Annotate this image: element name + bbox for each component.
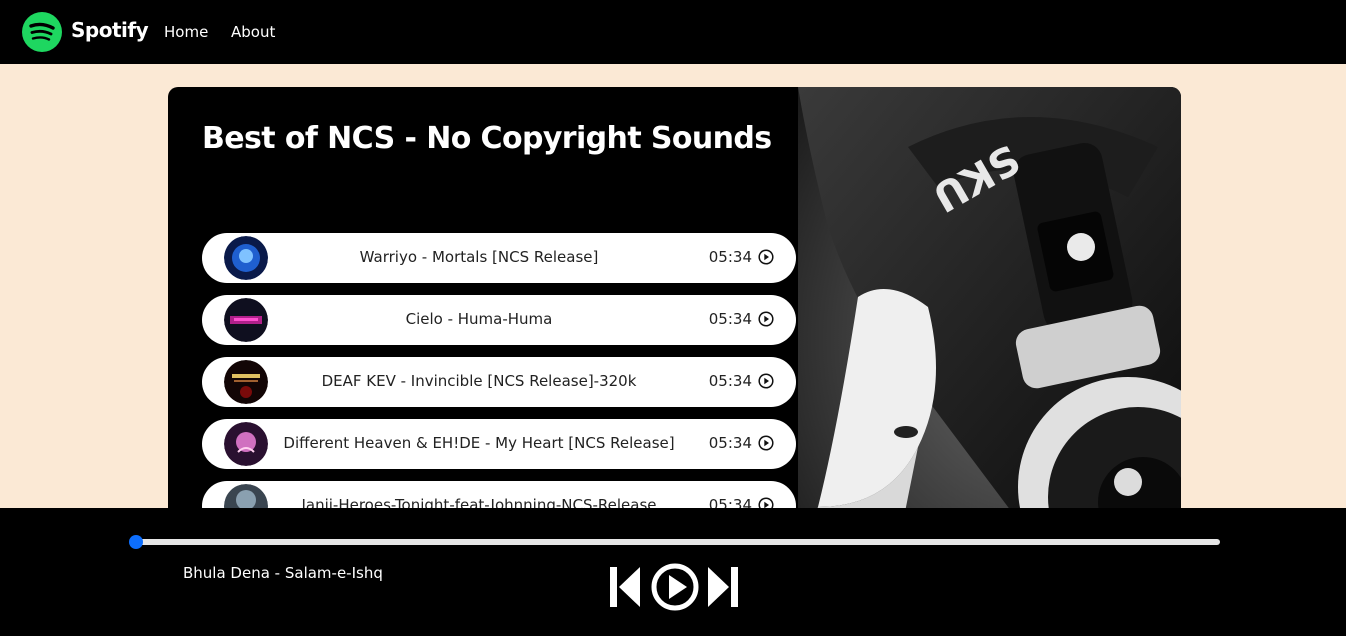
song-cover-image — [224, 360, 268, 404]
song-duration: 05:34 — [708, 372, 752, 390]
nav-link-home[interactable]: Home — [164, 23, 208, 41]
brand-name[interactable]: Spotify — [71, 18, 149, 42]
song-title: Cielo - Huma-Huma — [405, 310, 553, 328]
song-duration: 05:34 — [708, 310, 752, 328]
song-duration: 05:34 — [708, 248, 752, 266]
play-circle-icon[interactable] — [758, 435, 774, 451]
song-cover-image — [224, 298, 268, 342]
player-bar: Bhula Dena - Salam-e-Ishq — [0, 508, 1346, 636]
playlist-container: SKU Best of NCS - No Copyright Sounds Wa… — [168, 87, 1181, 547]
next-icon[interactable] — [707, 564, 739, 610]
progress-thumb[interactable] — [129, 535, 143, 549]
progress-bar[interactable] — [136, 539, 1220, 545]
previous-icon[interactable] — [609, 564, 641, 610]
song-duration: 05:34 — [708, 434, 752, 452]
song-title: Different Heaven & EH!DE - My Heart [NCS… — [283, 434, 675, 452]
headphones-background-image: SKU — [798, 87, 1181, 547]
song-item[interactable]: Cielo - Huma-Huma 05:34 — [202, 295, 796, 345]
navbar: Spotify Home About — [0, 0, 1346, 64]
spotify-logo-icon[interactable] — [22, 12, 62, 52]
play-circle-icon[interactable] — [758, 311, 774, 327]
song-cover-image — [224, 236, 268, 280]
song-item[interactable]: DEAF KEV - Invincible [NCS Release]-320k… — [202, 357, 796, 407]
now-playing-title: Bhula Dena - Salam-e-Ishq — [183, 564, 383, 582]
play-icon[interactable] — [651, 563, 699, 611]
song-title: DEAF KEV - Invincible [NCS Release]-320k — [321, 372, 637, 390]
play-circle-icon[interactable] — [758, 373, 774, 389]
playlist-title: Best of NCS - No Copyright Sounds — [202, 121, 772, 156]
play-circle-icon[interactable] — [758, 249, 774, 265]
song-cover-image — [224, 422, 268, 466]
song-item[interactable]: Different Heaven & EH!DE - My Heart [NCS… — [202, 419, 796, 469]
nav-link-about[interactable]: About — [231, 23, 275, 41]
song-item[interactable]: Warriyo - Mortals [NCS Release] 05:34 — [202, 233, 796, 283]
song-title: Warriyo - Mortals [NCS Release] — [359, 248, 599, 266]
